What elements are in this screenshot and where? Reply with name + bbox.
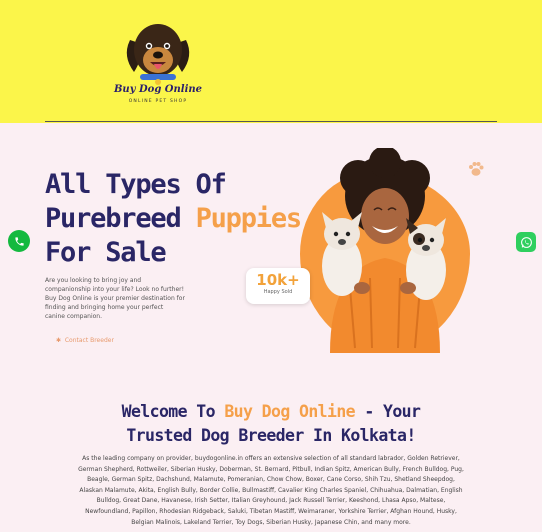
header-divider [45,121,497,122]
call-button[interactable] [8,230,30,252]
stat-number: 10k+ [256,271,300,289]
stat-label: Happy Sold [263,289,293,295]
logo-subtitle: ONLINE PET SHOP [128,99,188,104]
welcome-heading-line1: Welcome To Buy Dog Online - Your [60,400,482,424]
hero-title-accent: Puppies [195,203,303,234]
whatsapp-button[interactable] [516,232,536,252]
hero-title-line2-text: Purebreed [45,203,196,234]
logo-title: Buy Dog Online [113,84,203,95]
contact-breeder-label: Contact Breeder [64,337,114,344]
welcome-brand-accent: Buy Dog Online [224,402,356,421]
dog-mascot-icon [126,24,190,85]
phone-icon [14,236,24,246]
hero-title-line2: Purebreed Puppies [45,202,303,236]
welcome-heading-line2: Trusted Dog Breeder In Kolkata! [126,426,416,445]
welcome-heading: Welcome To Buy Dog Online - Your Trusted… [60,400,482,448]
hero-title-line1: All Types Of [45,169,227,200]
welcome-text-part1: Welcome To [121,402,225,421]
paw-icon [469,162,484,176]
site-logo[interactable]: Buy Dog Online ONLINE PET SHOP [112,16,204,108]
whatsapp-icon [520,236,532,248]
hero-title: All Types Of Purebreed Puppies For Sale [45,168,303,270]
happy-sold-stat: 10k+ Happy Sold [246,268,310,304]
hero-image [322,148,446,353]
welcome-text-part2: - Your [355,402,421,421]
hero-title-line3: For Sale [45,237,167,268]
welcome-paragraph: As the leading company on provider, buyd… [78,455,464,526]
paw-small-icon: ✱ [56,337,62,344]
hero-description: Are you looking to bring joy and compani… [45,277,185,320]
contact-breeder-link[interactable]: ✱ Contact Breeder [56,337,114,344]
site-header: Buy Dog Online ONLINE PET SHOP [0,0,542,123]
